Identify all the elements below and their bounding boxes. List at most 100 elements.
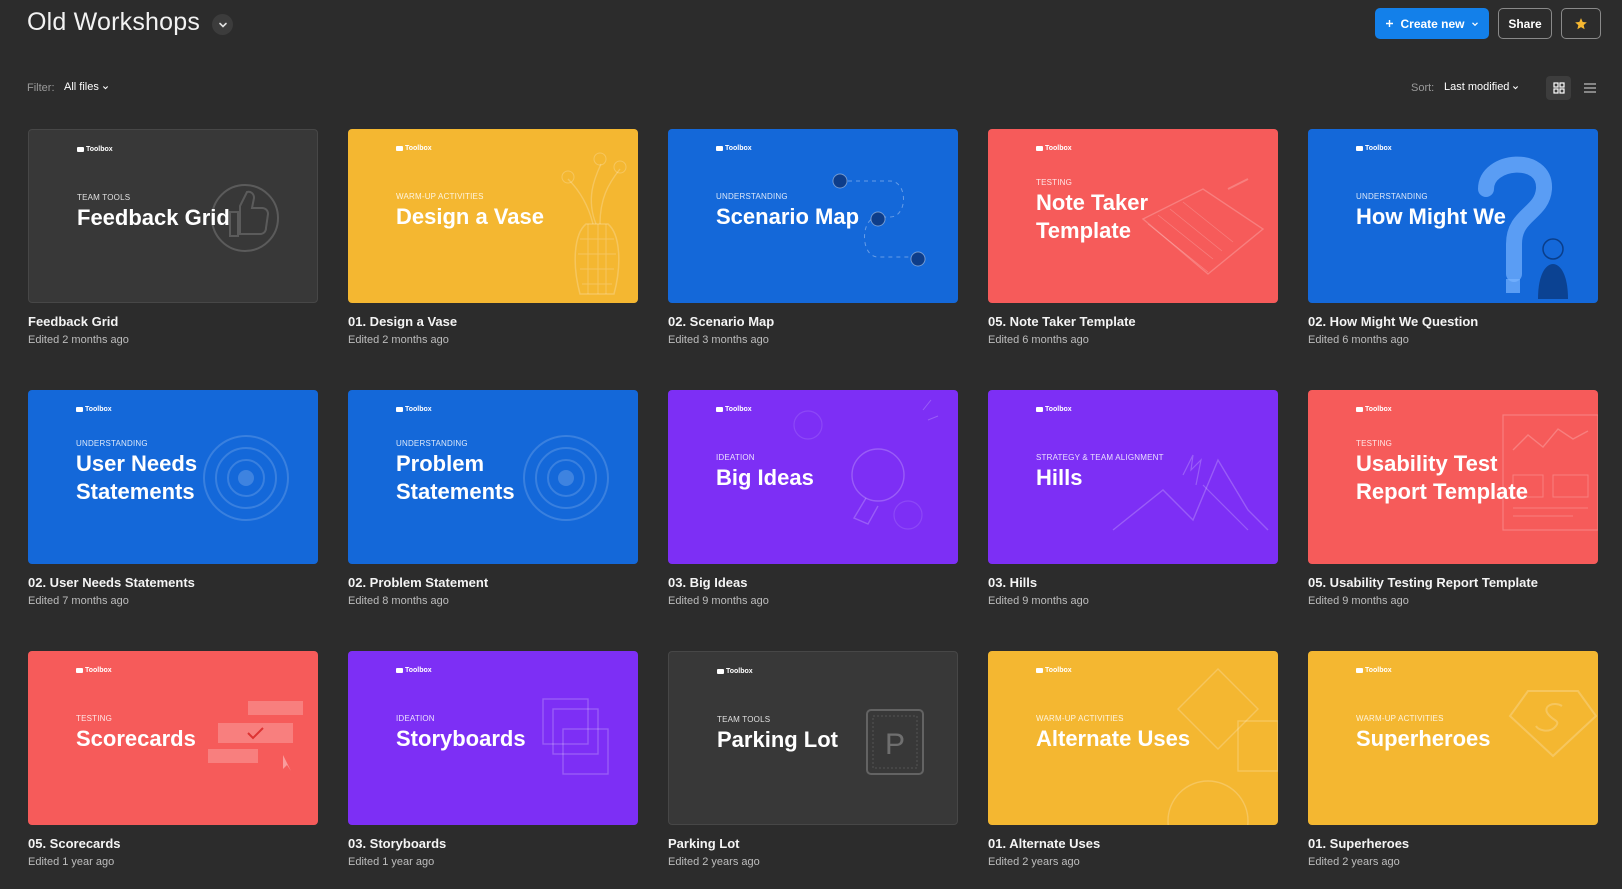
file-card[interactable]: Toolbox TEAM TOOLS Feedback Grid Feedbac… (28, 129, 318, 346)
list-icon (1583, 83, 1596, 93)
card-title[interactable]: 02. Problem Statement (348, 575, 638, 590)
card-category: UNDERSTANDING (76, 439, 148, 448)
brand-label: Toolbox (405, 145, 432, 152)
card-heading: How Might We (1356, 204, 1506, 229)
card-title[interactable]: 03. Big Ideas (668, 575, 958, 590)
brand-label: Toolbox (1045, 667, 1072, 674)
card-category: UNDERSTANDING (716, 192, 788, 201)
card-heading: Hills (1036, 465, 1083, 490)
chevron-down-icon (102, 85, 108, 89)
share-button[interactable]: Share (1498, 8, 1552, 39)
card-heading: Feedback Grid (77, 205, 230, 230)
favorite-button[interactable] (1561, 8, 1601, 39)
card-category: WARM-UP ACTIVITIES (1356, 714, 1444, 723)
card-heading: User Needs Statements (76, 451, 198, 504)
card-thumbnail[interactable]: Toolbox UNDERSTANDING Scenario Map (668, 129, 958, 303)
card-thumbnail[interactable]: P Toolbox TEAM TOOLS Parking Lot (668, 651, 958, 825)
card-category: STRATEGY & TEAM ALIGNMENT (1036, 453, 1164, 462)
filter-label: Filter: (27, 82, 55, 94)
file-card[interactable]: P Toolbox TEAM TOOLS Parking Lot Parking… (668, 651, 958, 868)
card-thumbnail[interactable]: Toolbox TESTING Note Taker Template (988, 129, 1278, 303)
card-thumbnail[interactable]: Toolbox TESTING Scorecards (28, 651, 318, 825)
card-title[interactable]: 02. How Might We Question (1308, 314, 1598, 329)
page: Old Workshops Create new Share Filter: A… (0, 0, 1622, 889)
card-title[interactable]: 01. Design a Vase (348, 314, 638, 329)
card-heading: Usability Test Report Template (1356, 451, 1528, 504)
file-card[interactable]: Toolbox UNDERSTANDING User Needs Stateme… (28, 390, 318, 607)
toolbox-brand: Toolbox (76, 667, 112, 674)
toolbox-brand: Toolbox (396, 667, 432, 674)
plus-icon (1386, 20, 1394, 27)
toolbox-brand: Toolbox (1356, 145, 1392, 152)
file-card[interactable]: Toolbox TESTING Note Taker Template 05. … (988, 129, 1278, 346)
card-edited-time: Edited 2 months ago (348, 334, 449, 346)
card-edited-time: Edited 8 months ago (348, 595, 449, 607)
card-title[interactable]: 05. Usability Testing Report Template (1308, 575, 1598, 590)
toolbox-brand: Toolbox (1356, 667, 1392, 674)
card-heading: Parking Lot (717, 727, 839, 752)
card-title[interactable]: 03. Hills (988, 575, 1278, 590)
create-new-button[interactable]: Create new (1375, 8, 1489, 39)
card-category: IDEATION (716, 453, 755, 462)
card-edited-time: Edited 9 months ago (1308, 595, 1409, 607)
card-title[interactable]: 02. User Needs Statements (28, 575, 318, 590)
file-card[interactable]: Toolbox UNDERSTANDING Problem Statements… (348, 390, 638, 607)
filter-dropdown[interactable]: All files (64, 81, 109, 93)
toolbox-brand: Toolbox (716, 406, 752, 413)
card-thumbnail[interactable]: Toolbox IDEATION Big Ideas (668, 390, 958, 564)
header: Old Workshops Create new Share (0, 0, 1622, 56)
card-thumbnail[interactable]: Toolbox IDEATION Storyboards (348, 651, 638, 825)
brand-label: Toolbox (1045, 145, 1072, 152)
grid-view-button[interactable] (1546, 76, 1571, 100)
card-heading: Note Taker Template (1036, 190, 1149, 243)
title-menu-button[interactable] (212, 14, 233, 35)
toolbox-brand: Toolbox (396, 406, 432, 413)
brand-label: Toolbox (85, 406, 112, 413)
file-card[interactable]: Toolbox UNDERSTANDING How Might We 02. H… (1308, 129, 1598, 346)
card-thumbnail[interactable]: Toolbox TEAM TOOLS Feedback Grid (28, 129, 318, 303)
toolbox-icon (1036, 668, 1043, 673)
card-title[interactable]: 01. Superheroes (1308, 836, 1598, 851)
toolbox-icon (1356, 146, 1363, 151)
card-title[interactable]: 02. Scenario Map (668, 314, 958, 329)
list-view-button[interactable] (1577, 76, 1602, 100)
toolbox-icon (716, 407, 723, 412)
card-thumbnail[interactable]: Toolbox WARM-UP ACTIVITIES Alternate Use… (988, 651, 1278, 825)
brand-label: Toolbox (1365, 406, 1392, 413)
card-thumbnail[interactable]: Toolbox UNDERSTANDING How Might We (1308, 129, 1598, 303)
file-card[interactable]: Toolbox TESTING Scorecards 05. Scorecard… (28, 651, 318, 868)
card-thumbnail[interactable]: Toolbox STRATEGY & TEAM ALIGNMENT Hills (988, 390, 1278, 564)
card-category: TESTING (76, 714, 113, 723)
card-thumbnail[interactable]: Toolbox UNDERSTANDING User Needs Stateme… (28, 390, 318, 564)
card-thumbnail[interactable]: Toolbox TESTING Usability Test Report Te… (1308, 390, 1598, 564)
card-thumbnail[interactable]: Toolbox UNDERSTANDING Problem Statements (348, 390, 638, 564)
toolbox-icon (396, 407, 403, 412)
card-category: TESTING (1036, 178, 1073, 187)
toolbox-brand: Toolbox (1036, 145, 1072, 152)
file-card[interactable]: Toolbox STRATEGY & TEAM ALIGNMENT Hills … (988, 390, 1278, 607)
card-title[interactable]: 03. Storyboards (348, 836, 638, 851)
card-title[interactable]: 05. Note Taker Template (988, 314, 1278, 329)
file-card[interactable]: Toolbox IDEATION Big Ideas 03. Big Ideas… (668, 390, 958, 607)
card-category: TEAM TOOLS (77, 193, 131, 202)
card-title[interactable]: Parking Lot (668, 836, 958, 851)
sort-value: Last modified (1444, 81, 1510, 93)
card-heading: Storyboards (396, 726, 526, 751)
sort-dropdown[interactable]: Last modified (1444, 81, 1519, 93)
file-card[interactable]: Toolbox WARM-UP ACTIVITIES Alternate Use… (988, 651, 1278, 868)
file-card[interactable]: Toolbox TESTING Usability Test Report Te… (1308, 390, 1598, 607)
card-thumbnail[interactable]: Toolbox WARM-UP ACTIVITIES Superheroes (1308, 651, 1598, 825)
brand-label: Toolbox (725, 406, 752, 413)
file-card[interactable]: Toolbox IDEATION Storyboards 03. Storybo… (348, 651, 638, 868)
toolbox-icon (396, 668, 403, 673)
file-card[interactable]: Toolbox UNDERSTANDING Scenario Map 02. S… (668, 129, 958, 346)
card-title[interactable]: 01. Alternate Uses (988, 836, 1278, 851)
card-title[interactable]: Feedback Grid (28, 314, 318, 329)
card-category: UNDERSTANDING (1356, 192, 1428, 201)
card-edited-time: Edited 7 months ago (28, 595, 129, 607)
card-title[interactable]: 05. Scorecards (28, 836, 318, 851)
file-card[interactable]: Toolbox WARM-UP ACTIVITIES Design a Vase… (348, 129, 638, 346)
brand-label: Toolbox (725, 145, 752, 152)
card-thumbnail[interactable]: Toolbox WARM-UP ACTIVITIES Design a Vase (348, 129, 638, 303)
file-card[interactable]: Toolbox WARM-UP ACTIVITIES Superheroes 0… (1308, 651, 1598, 868)
